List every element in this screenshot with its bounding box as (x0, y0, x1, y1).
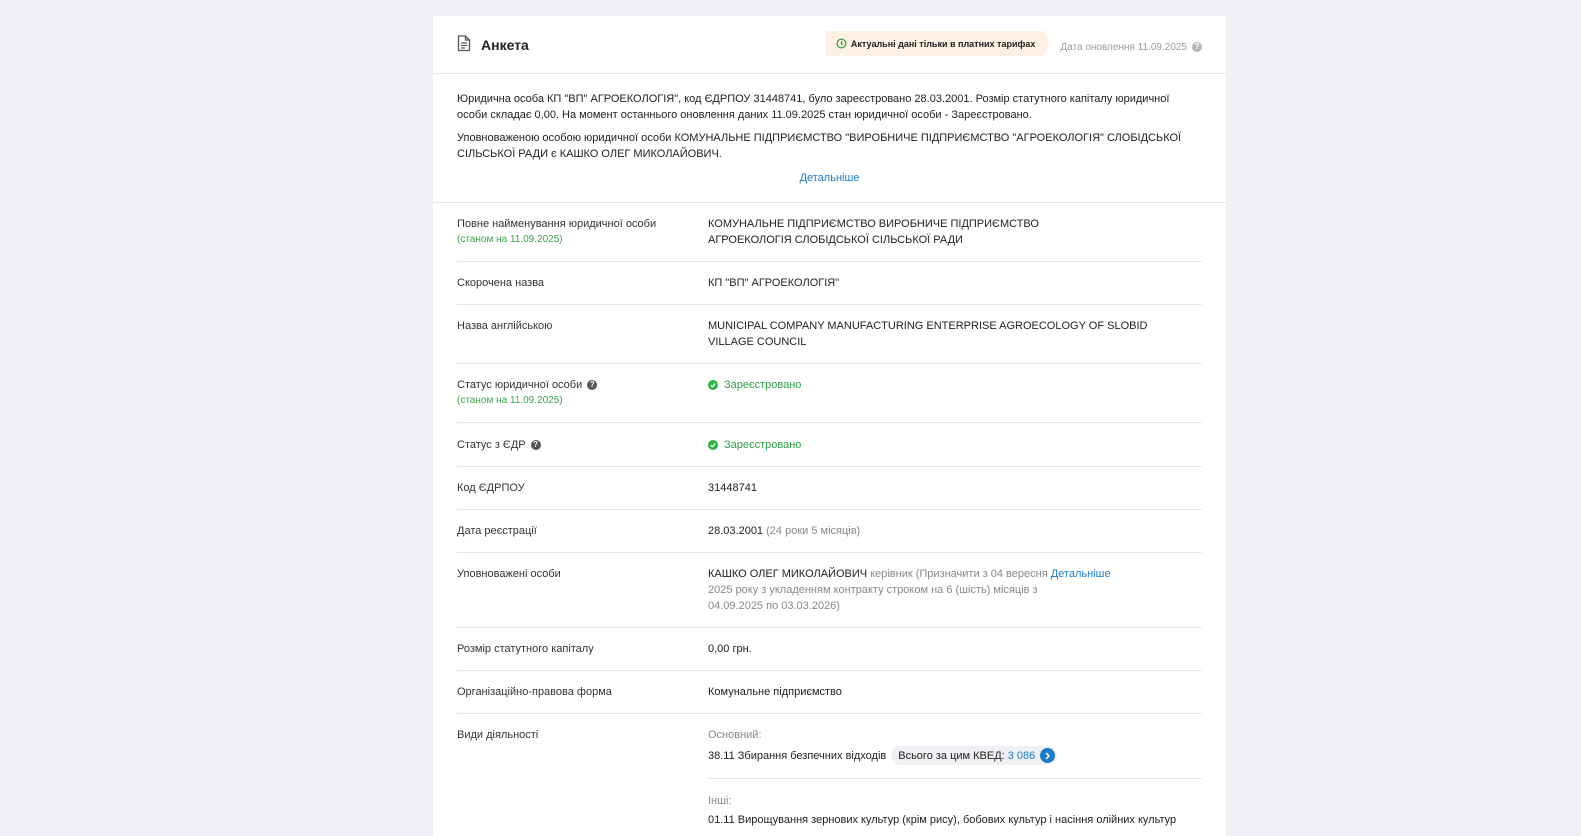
row-label: Організаційно-правова форма (457, 686, 612, 698)
kved-count-label: Всього за цим КВЕД: (898, 749, 1005, 762)
authorized-more-link[interactable]: Детальніше (1051, 568, 1111, 580)
row-label: Дата реєстрації (457, 525, 537, 537)
tariff-badge-text: Актуальні дані тільки в платних тарифах (850, 38, 1036, 49)
table-row: Назва англійською MUNICIPAL COMPANY MANU… (457, 305, 1202, 364)
kved-count: 3 086 (1007, 749, 1036, 762)
table-row: Організаційно-правова форма Комунальне п… (457, 671, 1202, 714)
authorized-person-details: 2025 року з укладенням контракту строком… (708, 584, 1038, 612)
row-label: Види діяльності (457, 729, 539, 741)
card-header: Анкета Актуальні дані тільки в платних т… (433, 16, 1226, 74)
kved-count-badge[interactable]: Всього за цим КВЕД: 3 086 (891, 746, 1058, 765)
check-circle-icon (708, 380, 718, 390)
row-label: Статус юридичної особи (457, 379, 583, 391)
as-of-date: (станом на 11.09.2025) (457, 395, 563, 406)
row-label: Розмір статутного капіталу (457, 643, 594, 655)
company-age: (24 роки 5 місяців) (766, 525, 861, 537)
check-circle-icon (708, 439, 718, 450)
update-date: Дата оновлення 11.09.2025 (1060, 41, 1187, 53)
clock-icon (836, 38, 847, 49)
summary: Юридична особа КП "ВП" АГРОЕКОЛОГІЯ", ко… (433, 74, 1226, 203)
table-row: Дата реєстрації 28.03.2001 (24 роки 5 мі… (457, 510, 1202, 553)
help-icon[interactable]: ? (1192, 41, 1202, 52)
row-label: Назва англійською (457, 320, 553, 332)
main-activity-label: Основний: (708, 729, 762, 741)
authorized-person-name: КАШКО ОЛЕГ МИКОЛАЙОВИЧ (708, 568, 868, 580)
help-icon[interactable]: ? (587, 380, 598, 391)
table-row: Уповноважені особи КАШКО ОЛЕГ МИКОЛАЙОВИ… (457, 553, 1202, 628)
summary-paragraph: Уповноваженою особою юридичної особи КОМ… (457, 132, 1182, 160)
other-activity-value: 01.11 Вирощування зернових культур (крім… (708, 814, 1177, 826)
page-title: Анкета (481, 36, 529, 53)
full-name-value: КОМУНАЛЬНЕ ПІДПРИЄМСТВО ВИРОБНИЧЕ ПІДПРИ… (708, 218, 1039, 246)
row-label: Код ЄДРПОУ (457, 482, 525, 494)
table-row: Розмір статутного капіталу 0,00 грн. (457, 628, 1202, 671)
row-label: Статус з ЄДР (457, 438, 526, 451)
status-badge: Зареєстровано (724, 438, 802, 451)
edrpou-value: 31448741 (708, 482, 757, 494)
profile-card: Анкета Актуальні дані тільки в платних т… (433, 16, 1226, 836)
table-row: Код ЄДРПОУ 31448741 (457, 467, 1202, 510)
tariff-badge[interactable]: Актуальні дані тільки в платних тарифах (825, 31, 1051, 56)
table-row: Види діяльності Основний: 38.11 Збирання… (457, 714, 1202, 828)
table-row: Статус з ЄДР? Зареєстровано (457, 423, 1202, 467)
row-label: Уповноважені особи (457, 568, 561, 580)
row-label: Скорочена назва (457, 277, 545, 289)
details-table: Повне найменування юридичної особи (стан… (433, 203, 1226, 828)
english-name-value: MUNICIPAL COMPANY MANUFACTURING ENTERPRI… (708, 320, 1148, 348)
summary-paragraph: Юридична особа КП "ВП" АГРОЕКОЛОГІЯ", ко… (457, 93, 1170, 121)
registration-date: 28.03.2001 (708, 525, 764, 537)
table-row: Статус юридичної особи? (станом на 11.09… (457, 364, 1202, 423)
legal-form-value: Комунальне підприємство (708, 686, 842, 698)
table-row: Скорочена назва КП "ВП" АГРОЕКОЛОГІЯ" (457, 262, 1202, 305)
short-name-value: КП "ВП" АГРОЕКОЛОГІЯ" (708, 277, 840, 289)
as-of-date: (станом на 11.09.2025) (457, 234, 563, 245)
table-row: Повне найменування юридичної особи (стан… (457, 203, 1202, 262)
chevron-right-icon[interactable] (1040, 748, 1056, 763)
other-activities-label: Інші: (708, 795, 732, 807)
row-label: Повне найменування юридичної особи (457, 218, 657, 230)
more-details-link[interactable]: Детальніше (457, 170, 1202, 186)
status-badge: Зареєстровано (724, 379, 802, 391)
authorized-person-role: керівник (Призначити з 04 вересня (870, 568, 1048, 580)
help-icon[interactable]: ? (530, 439, 541, 450)
document-icon (457, 35, 471, 52)
capital-value: 0,00 грн. (708, 643, 752, 655)
main-activity-value: 38.11 Збирання безпечних відходів (708, 749, 887, 762)
divider (708, 778, 1202, 779)
